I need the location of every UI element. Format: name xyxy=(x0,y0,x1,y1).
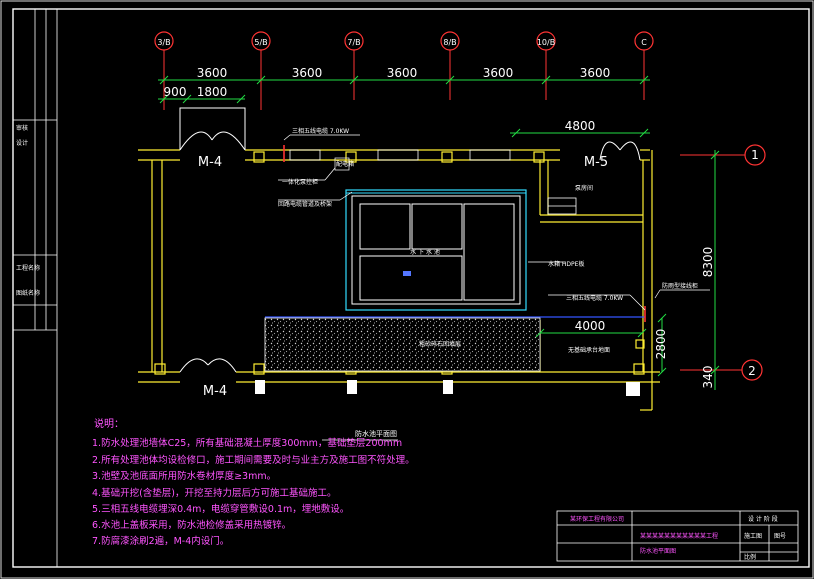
tank-label: 水 下 水 池 xyxy=(410,248,440,256)
axis-label-3b: 3/B xyxy=(157,38,170,47)
axis-label-5b: 5/B xyxy=(254,38,267,47)
side-label-3: 工程名称 xyxy=(16,264,40,272)
windows xyxy=(289,149,511,161)
dim-3600-2: 3600 xyxy=(292,66,323,80)
axis-label-7b: 7/B xyxy=(347,38,360,47)
door-label-m4-top: M-4 xyxy=(198,155,222,170)
leader-label-4: 回路电缆管道及桥架 xyxy=(278,200,332,208)
dim-3600-4: 3600 xyxy=(483,66,514,80)
note-3: 3.池壁及池底面所用防水卷材厚度≥3mm。 xyxy=(92,470,276,482)
axis-label-10b: 10/B xyxy=(537,38,555,47)
axis-label-2: 2 xyxy=(748,364,756,378)
dim-2800: 2800 xyxy=(654,329,668,360)
notes-title: 说明： xyxy=(94,417,124,430)
leader-label-5: 水箱 HDPE板 xyxy=(548,260,584,268)
pump-room-label: 泵房间 xyxy=(575,184,593,192)
dim-340: 340 xyxy=(701,366,715,389)
stair xyxy=(547,197,577,215)
dim-4800: 4800 xyxy=(565,119,596,133)
note-6: 6.水池上盖板采用，防水池检修盖采用热镀锌。 xyxy=(92,519,291,531)
title-drawing: 防水池平面图 xyxy=(640,547,676,555)
axis-label-1: 1 xyxy=(751,148,759,162)
axis-label-8b: 8/B xyxy=(443,38,456,47)
plan-title: 防水池平面图 xyxy=(355,429,397,438)
right-room-label: 无基础承台地面 xyxy=(568,346,610,354)
dim-3600-5: 3600 xyxy=(580,66,611,80)
title-project: 某某某某某某某某某某某工程 xyxy=(640,532,718,540)
leader-label-3: 一体化泵控柜 xyxy=(282,178,318,186)
door-label-m4-bottom: M-4 xyxy=(203,384,227,399)
note-2: 2.所有处理池体均设检修口，施工期间需要及时与业主方及施工图不符处理。 xyxy=(92,454,415,466)
side-label-4: 图纸名称 xyxy=(16,289,40,297)
title-company: 某环保工程有限公司 xyxy=(570,515,624,523)
note-4: 4.基础开挖(含垫层)，开挖至持力层后方可施工基础施工。 xyxy=(92,487,336,499)
title-number: 图号 xyxy=(774,533,786,540)
title-scale: 比例 xyxy=(744,553,756,561)
gravel-label: 粗砂碎石回填层 xyxy=(419,340,461,348)
note-1: 1.防水处理池墙体C25，所有基础混凝土厚度300mm，基础垫层200mm xyxy=(92,437,402,449)
side-label-2: 设计 xyxy=(16,139,28,147)
cad-drawing: 审核 设计 工程名称 图纸名称 3/B 5/B 7/B 8/B 10/B C 3… xyxy=(0,0,814,579)
axis-label-c: C xyxy=(641,38,647,47)
side-strip xyxy=(13,8,58,567)
door-m4-top xyxy=(179,107,246,151)
door-m4-bottom xyxy=(179,358,237,373)
note-5: 5.三相五线电缆埋深0.4m，电缆穿管敷设0.1m，埋地敷设。 xyxy=(92,503,349,515)
title-phase: 施工图 xyxy=(744,532,762,540)
title-stage: 设 计 阶 段 xyxy=(748,515,778,523)
dim-900: 900 xyxy=(164,85,187,99)
leader-label-1: 三相五线电缆 7.0KW xyxy=(292,127,349,135)
door-label-m5: M-5 xyxy=(584,155,608,170)
dim-1800: 1800 xyxy=(197,85,228,99)
leader-label-6: 三相五线电缆 7.0KW xyxy=(566,294,623,302)
side-label-1: 审核 xyxy=(16,124,28,132)
gravel-fill xyxy=(264,317,541,372)
leader-label-2: 配电箱 xyxy=(336,160,354,168)
dim-4000: 4000 xyxy=(575,319,606,333)
note-7: 7.防腐漆涂刷2遍，M-4内设门。 xyxy=(92,535,229,547)
leader-label-7: 防雨型接线柜 xyxy=(662,282,698,290)
dim-3600-1: 3600 xyxy=(197,66,228,80)
dim-8300: 8300 xyxy=(701,247,715,278)
axis-right-group xyxy=(680,144,766,390)
dim-3600-3: 3600 xyxy=(387,66,418,80)
